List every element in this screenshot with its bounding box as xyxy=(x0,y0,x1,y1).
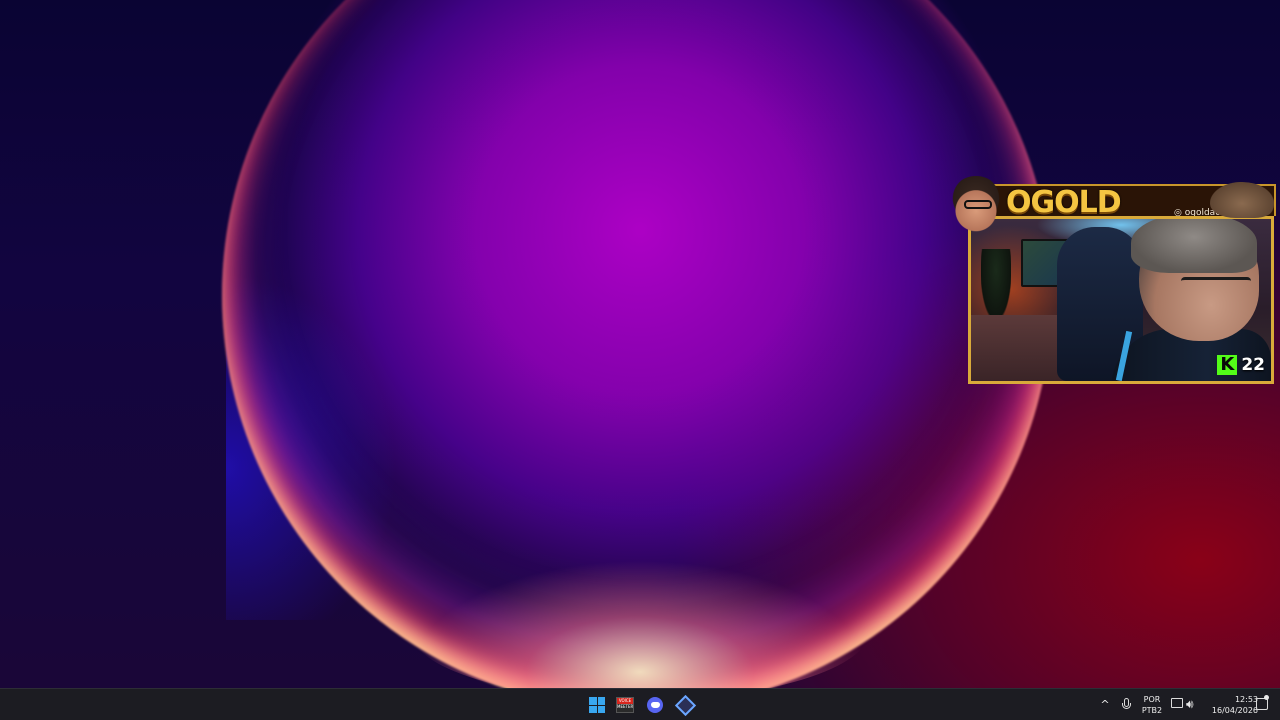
taskbar: VOICE MEETER ^ POR PTB2 🔊︎ 12:53 16/04/2… xyxy=(0,688,1280,720)
voicemeeter-icon: VOICE MEETER xyxy=(616,697,634,713)
clock[interactable]: 12:53 16/04/2026 xyxy=(1204,694,1258,716)
desktop-wallpaper: OGOLD ◎ ogoldao K 22 xyxy=(0,0,1280,688)
voicemeeter-taskbar-button[interactable]: VOICE MEETER xyxy=(614,694,636,716)
avatar-glasses xyxy=(964,200,992,209)
streamer-name: OGOLD xyxy=(1006,185,1122,220)
viewer-count-badge: K 22 xyxy=(1217,355,1265,375)
show-hidden-icons-button[interactable]: ^ xyxy=(1098,697,1112,713)
webcam-feed: K 22 xyxy=(968,216,1274,384)
notification-dot-icon xyxy=(1264,695,1269,700)
viewer-count: 22 xyxy=(1241,355,1265,375)
windows-start-icon xyxy=(589,697,605,713)
network-icon[interactable] xyxy=(1171,698,1183,708)
clock-date: 16/04/2026 xyxy=(1211,706,1258,715)
discord-icon xyxy=(647,697,663,713)
wallpaper-glow xyxy=(410,560,870,688)
voicemeeter-icon-bottom: MEETER xyxy=(617,704,634,709)
keyboard-layout: PTB2 xyxy=(1141,706,1163,715)
volume-icon[interactable]: 🔊︎ xyxy=(1186,697,1200,711)
language-code: POR xyxy=(1143,695,1161,704)
discord-taskbar-button[interactable] xyxy=(644,694,666,716)
webcam-person-hair xyxy=(1131,219,1257,273)
clock-time: 12:53 xyxy=(1234,695,1258,704)
diamond-app-icon xyxy=(674,694,696,716)
webcam-plant xyxy=(981,249,1011,319)
kick-logo-icon: K xyxy=(1217,355,1238,375)
microphone-icon[interactable] xyxy=(1120,697,1134,713)
webcam-person-glasses xyxy=(1181,277,1251,294)
cat-mascot-icon xyxy=(1210,182,1274,218)
app-taskbar-button[interactable] xyxy=(674,694,696,716)
streamer-avatar-icon xyxy=(948,176,1004,232)
input-language-indicator[interactable]: POR PTB2 xyxy=(1138,694,1166,716)
webcam-overlay: OGOLD ◎ ogoldao K 22 xyxy=(948,176,1276,386)
start-button[interactable] xyxy=(586,694,608,716)
